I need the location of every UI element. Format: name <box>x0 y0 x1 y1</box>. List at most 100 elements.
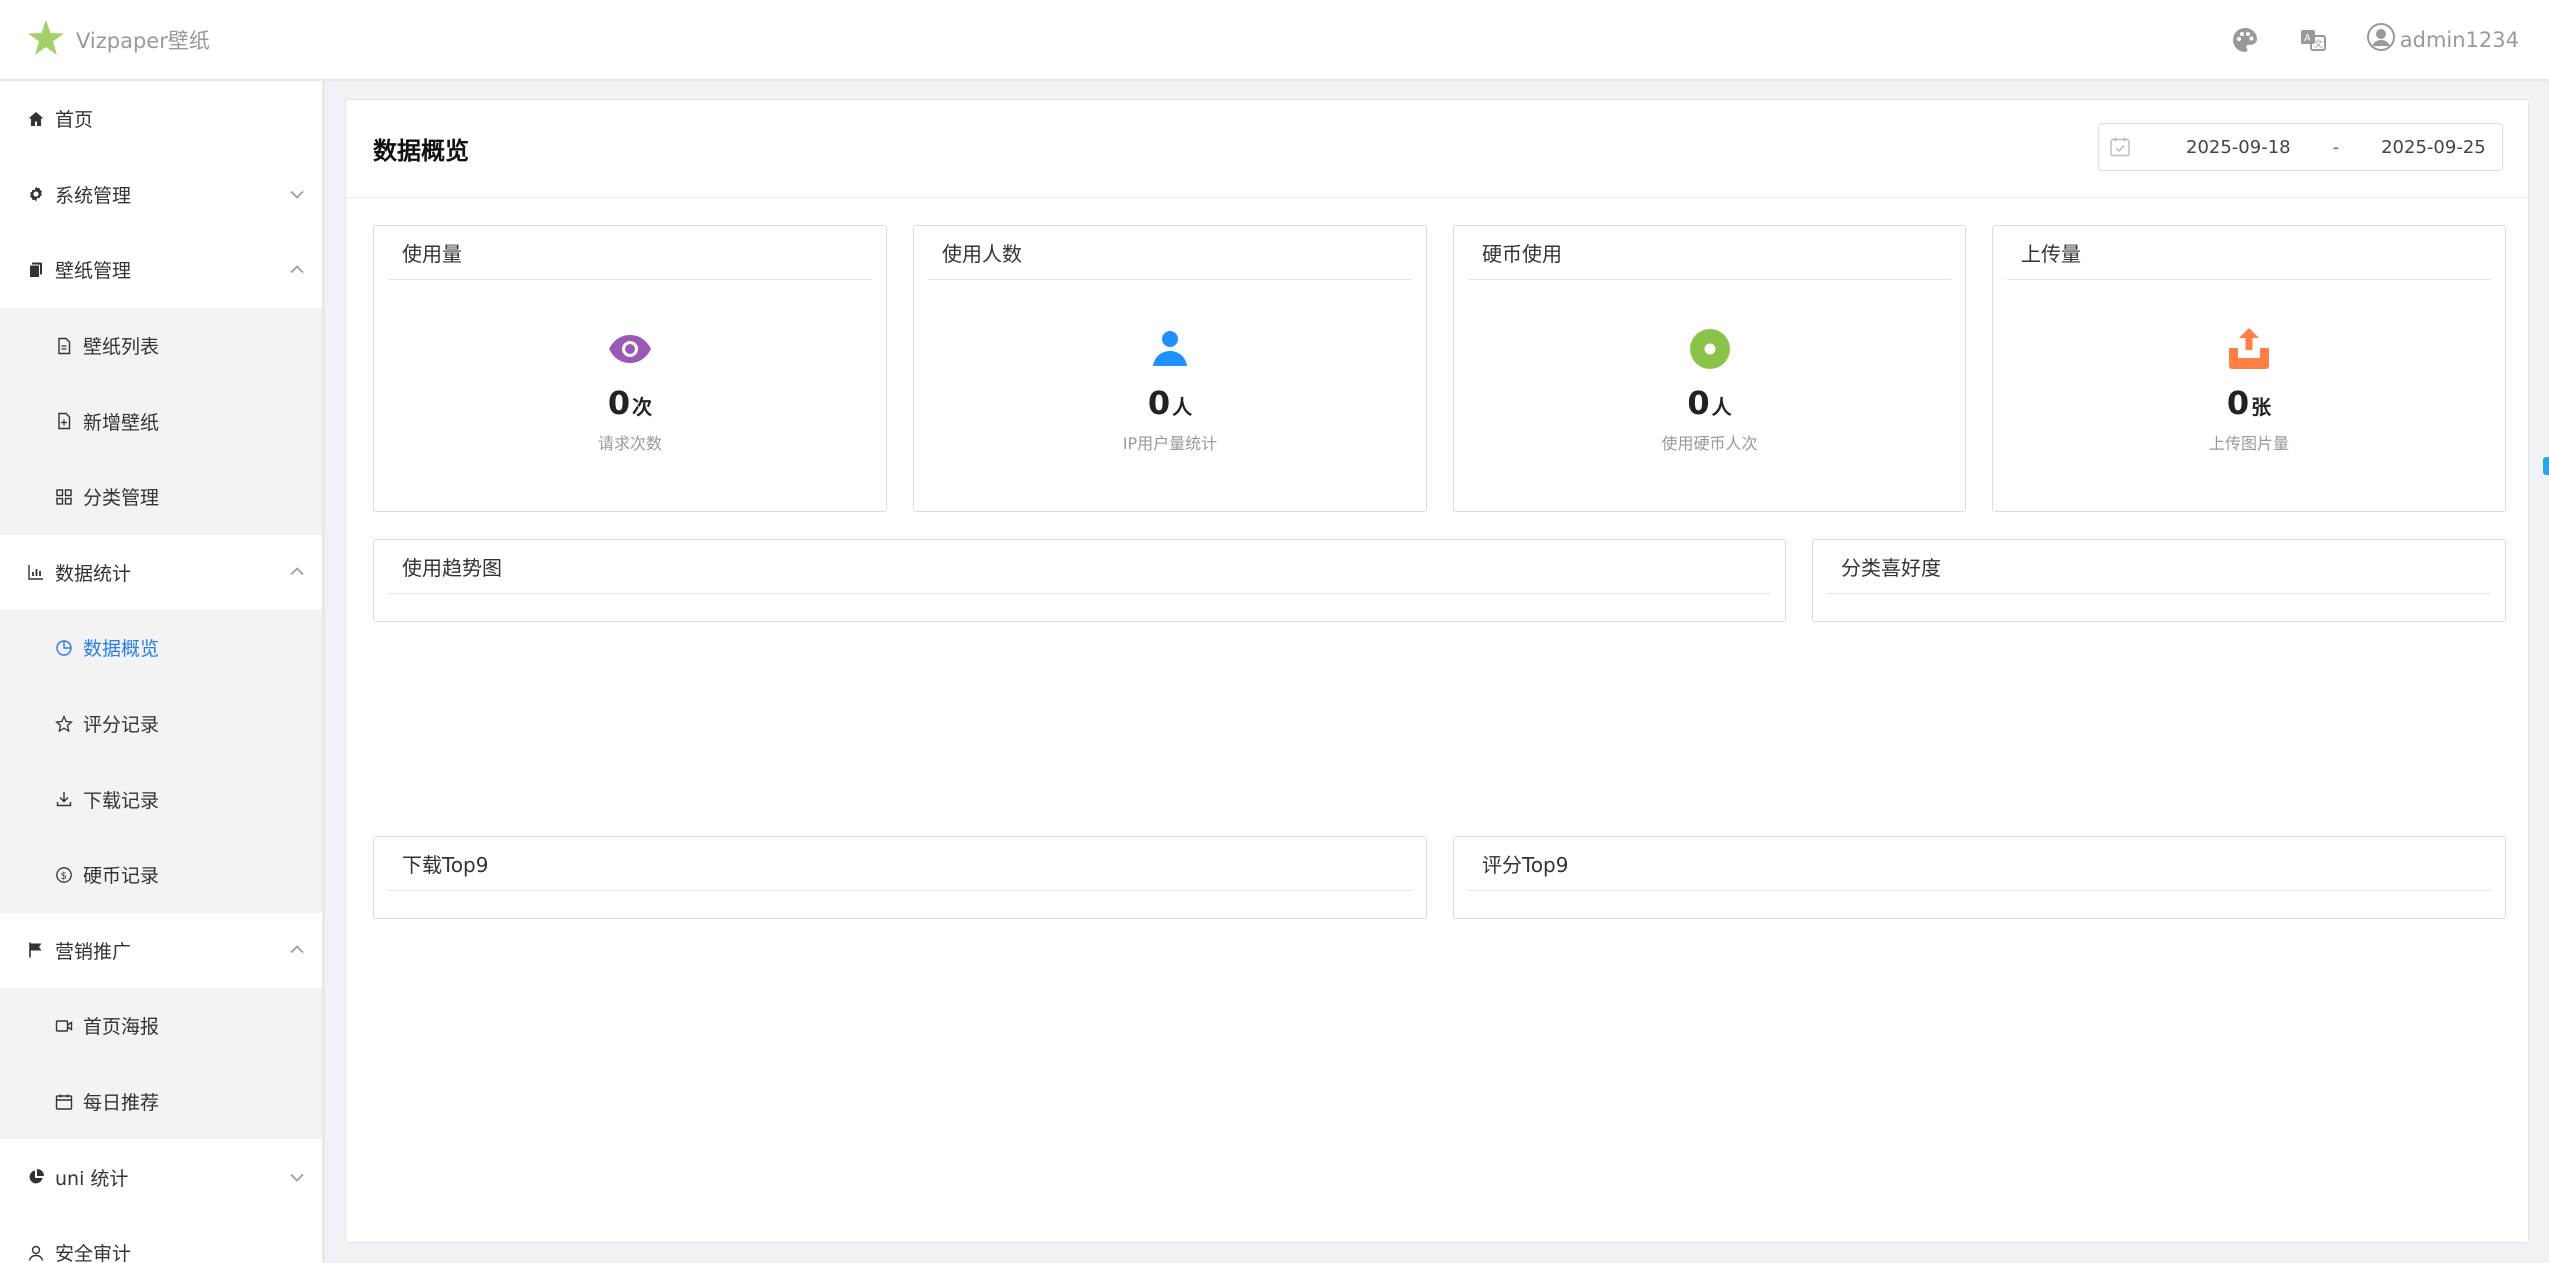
stat-value: 0张 <box>2226 384 2272 422</box>
flag-icon <box>27 941 45 959</box>
brand-logo[interactable]: Vizpaper壁纸 <box>26 18 210 62</box>
sidebar-item-wallpaper-list[interactable]: 壁纸列表 <box>0 307 322 384</box>
home-icon <box>27 110 45 128</box>
pie-chart-icon <box>27 1168 45 1186</box>
card-title: 硬币使用 <box>1468 226 1951 280</box>
sidebar-item-label: 下载记录 <box>83 789 160 812</box>
sidebar-item-home[interactable]: 首页 <box>0 81 322 157</box>
user-outline-icon <box>27 1244 45 1262</box>
coin-icon: $ <box>55 866 73 884</box>
stat-unit: 人 <box>1172 395 1193 419</box>
sidebar-item-label: 新增壁纸 <box>83 411 160 434</box>
card-title: 下载Top9 <box>388 837 1412 891</box>
chevron-up-icon <box>288 563 306 581</box>
stat-value: 0次 <box>607 384 653 422</box>
stat-description: 上传图片量 <box>2208 434 2289 453</box>
scrollbar-thumb[interactable] <box>2543 457 2549 475</box>
chevron-down-icon <box>288 1168 306 1186</box>
sidebar-item-label: 硬币记录 <box>83 865 160 888</box>
card-title: 使用趋势图 <box>388 540 1771 594</box>
sidebar-item-label: uni 统计 <box>55 1167 129 1190</box>
bar-chart-icon <box>27 563 45 581</box>
svg-text:A: A <box>2304 33 2311 44</box>
document-icon <box>55 337 73 355</box>
user-avatar-icon <box>2366 22 2400 57</box>
sidebar-item-label: 壁纸列表 <box>83 336 160 359</box>
stat-description: 使用硬币人次 <box>1661 434 1758 453</box>
stat-value: 0人 <box>1687 384 1732 422</box>
stat-card-coins: 硬币使用 0人 使用硬币人次 <box>1453 225 1966 512</box>
panel-header: 数据概览 2025-09-18 - 2025-09-25 <box>346 100 2528 198</box>
overview-panel: 数据概览 2025-09-18 - 2025-09-25 使用量 0次 请求次数… <box>345 99 2529 1243</box>
sidebar-item-label: 每日推荐 <box>83 1092 160 1115</box>
category-preference-chart: 分类喜好度 <box>1812 539 2506 622</box>
document-add-icon <box>55 412 73 430</box>
coin-dot-icon <box>1687 326 1733 372</box>
download-top9-chart: 下载Top9 <box>373 836 1427 919</box>
gear-icon <box>27 185 45 203</box>
sidebar-item-label: 数据统计 <box>55 562 132 585</box>
rating-top9-chart: 评分Top9 <box>1453 836 2506 919</box>
sidebar-item-coin-records[interactable]: $ 硬币记录 <box>0 836 322 913</box>
stat-unit: 张 <box>2251 395 2272 419</box>
sidebar-item-wallpaper[interactable]: 壁纸管理 <box>0 232 322 308</box>
chevron-up-icon <box>288 941 306 959</box>
eye-icon <box>607 326 653 372</box>
person-icon <box>1147 326 1193 372</box>
sidebar-item-daily-pick[interactable]: 每日推荐 <box>0 1063 322 1140</box>
sidebar-item-add-wallpaper[interactable]: 新增壁纸 <box>0 383 322 459</box>
grid-icon <box>55 488 73 506</box>
calendar-icon <box>55 1093 73 1111</box>
sidebar-item-system[interactable]: 系统管理 <box>0 156 322 233</box>
upload-icon <box>2226 326 2272 372</box>
sidebar-item-label: 评分记录 <box>83 714 160 737</box>
stat-card-users: 使用人数 0人 IP用户量统计 <box>913 225 1427 512</box>
copy-icon <box>27 261 45 279</box>
card-title: 评分Top9 <box>1468 837 2491 891</box>
stat-card-uploads: 上传量 0张 上传图片量 <box>1992 225 2506 512</box>
card-title: 分类喜好度 <box>1827 540 2491 594</box>
svg-text:$: $ <box>61 871 67 882</box>
top-header: Vizpaper壁纸 A文 admin1234 <box>0 0 2549 81</box>
card-title: 使用人数 <box>928 226 1412 280</box>
sidebar-item-label: 壁纸管理 <box>55 260 132 283</box>
sidebar-item-label: 首页海报 <box>83 1016 160 1039</box>
brand-name: Vizpaper壁纸 <box>76 28 210 53</box>
chevron-down-icon <box>288 185 306 203</box>
stat-unit: 人 <box>1711 395 1732 419</box>
translate-icon[interactable]: A文 <box>2298 25 2328 55</box>
sidebar-item-label: 首页 <box>55 109 94 132</box>
sidebar-item-label: 分类管理 <box>83 487 160 510</box>
user-menu[interactable]: admin1234 <box>2366 22 2519 57</box>
end-date[interactable]: 2025-09-25 <box>2381 137 2486 158</box>
pie-outline-icon <box>55 639 73 657</box>
stat-value: 0人 <box>1147 384 1193 422</box>
date-range-picker[interactable]: 2025-09-18 - 2025-09-25 <box>2098 123 2503 171</box>
star-logo-icon <box>26 18 66 62</box>
page-title: 数据概览 <box>373 137 469 165</box>
sidebar-item-overview[interactable]: 数据概览 <box>0 610 322 686</box>
sidebar-item-label: 安全审计 <box>55 1243 132 1263</box>
sidebar-item-category[interactable]: 分类管理 <box>0 458 322 535</box>
sidebar-item-marketing[interactable]: 营销推广 <box>0 912 322 989</box>
calendar-check-icon <box>2109 136 2131 158</box>
video-icon <box>55 1017 73 1035</box>
sidebar-item-statistics[interactable]: 数据统计 <box>0 534 322 611</box>
sidebar-item-security-audit[interactable]: 安全审计 <box>0 1214 322 1263</box>
sidebar-item-download-records[interactable]: 下载记录 <box>0 761 322 837</box>
sidebar-item-uni-stats[interactable]: uni 统计 <box>0 1139 322 1215</box>
sidebar-item-home-poster[interactable]: 首页海报 <box>0 988 322 1064</box>
sidebar-item-label: 营销推广 <box>55 940 132 963</box>
usage-trend-chart: 使用趋势图 <box>373 539 1786 622</box>
star-outline-icon <box>55 714 73 733</box>
sidebar-item-rating-records[interactable]: 评分记录 <box>0 685 322 762</box>
sidebar-item-label: 数据概览 <box>83 638 160 661</box>
card-title: 上传量 <box>2007 226 2491 280</box>
start-date[interactable]: 2025-09-18 <box>2186 137 2291 158</box>
username: admin1234 <box>2399 27 2519 52</box>
stat-description: 请求次数 <box>597 434 662 453</box>
chevron-up-icon <box>288 261 306 279</box>
palette-icon[interactable] <box>2230 25 2260 55</box>
sidebar-menu: 首页 系统管理 壁纸管理 壁纸列表 新增壁纸 分类管理 数据统计 数据概览 评分… <box>0 81 324 1263</box>
stat-unit: 次 <box>632 395 653 419</box>
